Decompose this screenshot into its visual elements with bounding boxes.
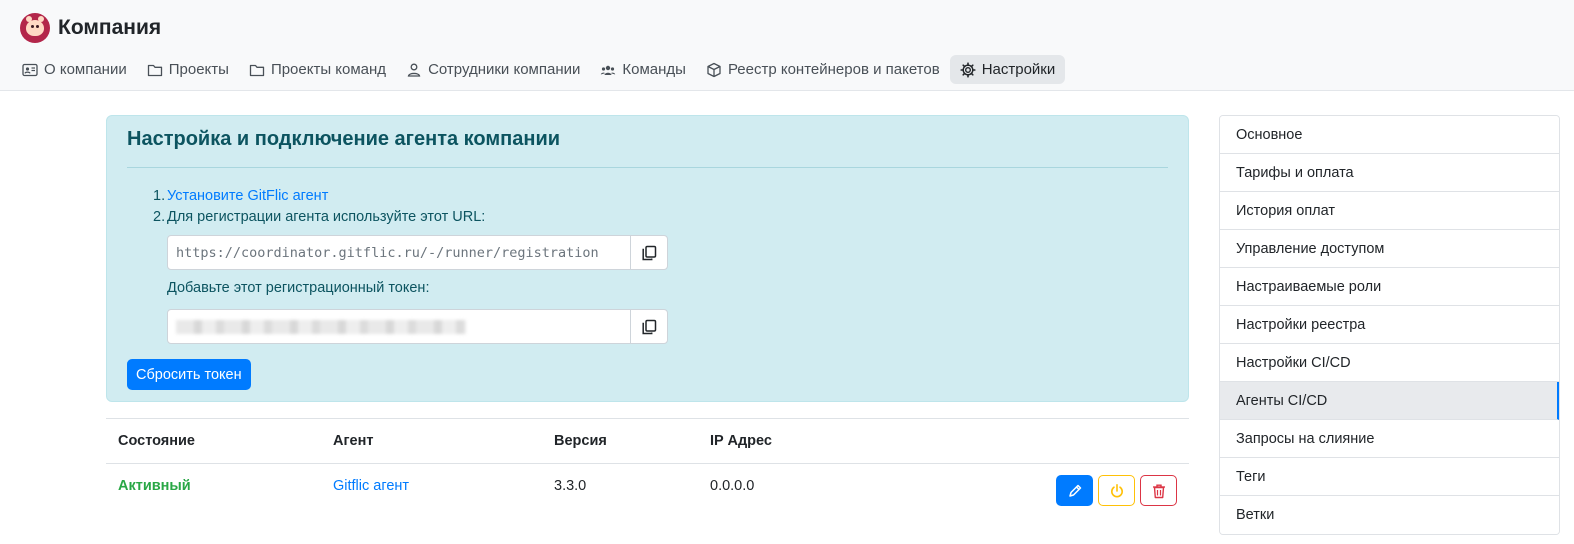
- sidebar-item-roles[interactable]: Настраиваемые роли: [1220, 268, 1559, 306]
- tab-employees[interactable]: Сотрудники компании: [396, 55, 590, 84]
- tab-projects[interactable]: Проекты: [137, 55, 239, 84]
- sidebar-item-cicd-agents[interactable]: Агенты CI/CD: [1220, 382, 1559, 420]
- company-brand[interactable]: Компания: [20, 13, 161, 43]
- tab-registry-label: Реестр контейнеров и пакетов: [727, 61, 940, 78]
- agent-ip: 0.0.0.0: [710, 478, 755, 494]
- user-icon: [407, 63, 421, 77]
- install-agent-link[interactable]: Установите GitFlic агент: [167, 188, 328, 204]
- header-version: Версия: [554, 433, 607, 449]
- step-2: 2. Для регистрации агента используйте это…: [153, 207, 485, 228]
- sidebar-item-general[interactable]: Основное: [1220, 116, 1559, 154]
- status-badge: Активный: [118, 478, 191, 494]
- company-tabs: О компании Проекты Проекты команд Сотруд…: [12, 55, 1066, 84]
- sidebar-item-branches[interactable]: Ветки: [1220, 496, 1559, 534]
- tab-employees-label: Сотрудники компании: [428, 61, 581, 78]
- box-icon: [707, 62, 721, 77]
- delete-agent-button[interactable]: [1140, 475, 1177, 506]
- reset-token-button[interactable]: Сбросить токен: [127, 359, 251, 390]
- agents-table: Состояние Агент Версия IP Адрес Активный…: [106, 418, 1189, 520]
- step-2-number: 2.: [153, 209, 166, 225]
- agent-setup-panel: Настройка и подключение агента компании …: [106, 115, 1189, 402]
- sidebar-item-plans[interactable]: Тарифы и оплата: [1220, 154, 1559, 192]
- token-hint: Добавьте этот регистрационный токен:: [167, 280, 430, 296]
- header-status: Состояние: [118, 433, 195, 449]
- folder-icon: [249, 64, 265, 76]
- table-row: Активный Gitflic агент 3.3.0 0.0.0.0: [106, 464, 1189, 520]
- top-header: Компания О компании Проекты Проекты кома…: [0, 0, 1574, 91]
- tab-about-label: О компании: [44, 61, 127, 78]
- agent-version: 3.3.0: [554, 478, 587, 494]
- sidebar-item-cicd-settings[interactable]: Настройки CI/CD: [1220, 344, 1559, 382]
- step-1: 1. Установите GitFlic агент: [153, 186, 485, 207]
- tab-settings[interactable]: Настройки: [949, 55, 1066, 84]
- gear-icon: [960, 61, 976, 78]
- tab-about[interactable]: О компании: [12, 55, 137, 84]
- sidebar-item-registry-settings[interactable]: Настройки реестра: [1220, 306, 1559, 344]
- sidebar-item-payment-history[interactable]: История оплат: [1220, 192, 1559, 230]
- power-icon: [1110, 483, 1123, 497]
- company-logo-icon: [20, 13, 50, 43]
- sidebar-item-tags[interactable]: Теги: [1220, 458, 1559, 496]
- token-redacted: [176, 319, 466, 334]
- tab-team-projects[interactable]: Проекты команд: [239, 55, 396, 84]
- step-2-text: Для регистрации агента используйте этот …: [167, 209, 486, 225]
- settings-sidebar: Основное Тарифы и оплата История оплат У…: [1219, 115, 1560, 535]
- agent-setup-title: Настройка и подключение агента компании: [127, 128, 561, 150]
- copy-url-button[interactable]: [630, 236, 667, 269]
- row-actions: [1056, 475, 1177, 506]
- setup-steps: 1. Установите GitFlic агент 2. Для регистр…: [153, 186, 485, 228]
- tab-teams-label: Команды: [622, 61, 686, 78]
- step-1-number: 1.: [153, 188, 166, 204]
- company-name: Компания: [58, 16, 162, 39]
- folder-icon: [147, 64, 162, 76]
- tab-projects-label: Проекты: [168, 61, 229, 78]
- trash-icon: [1152, 484, 1165, 498]
- copy-token-button[interactable]: [630, 310, 667, 343]
- registration-token-field[interactable]: [168, 310, 630, 343]
- tab-teams[interactable]: Команды: [590, 55, 696, 84]
- copy-icon: [642, 319, 657, 334]
- registration-url-group: https://coordinator.gitflic.ru/-/runner/…: [167, 235, 668, 270]
- table-header: Состояние Агент Версия IP Адрес: [106, 418, 1189, 464]
- agent-link[interactable]: Gitflic агент: [333, 478, 409, 494]
- sidebar-item-merge-requests[interactable]: Запросы на слияние: [1220, 420, 1559, 458]
- id-card-icon: [22, 63, 38, 76]
- edit-agent-button[interactable]: [1056, 475, 1093, 506]
- tab-registry[interactable]: Реестр контейнеров и пакетов: [696, 55, 950, 84]
- tab-team-projects-label: Проекты команд: [270, 61, 387, 78]
- copy-icon: [642, 245, 657, 260]
- registration-url-field[interactable]: https://coordinator.gitflic.ru/-/runner/…: [168, 236, 630, 269]
- tab-settings-label: Настройки: [981, 61, 1056, 78]
- header-ip: IP Адрес: [710, 433, 772, 449]
- registration-token-group: [167, 309, 668, 344]
- header-agent: Агент: [333, 433, 374, 449]
- sidebar-item-access[interactable]: Управление доступом: [1220, 230, 1559, 268]
- users-icon: [601, 65, 616, 75]
- divider: [127, 167, 1168, 168]
- pencil-icon: [1068, 484, 1081, 497]
- toggle-agent-button[interactable]: [1098, 475, 1135, 506]
